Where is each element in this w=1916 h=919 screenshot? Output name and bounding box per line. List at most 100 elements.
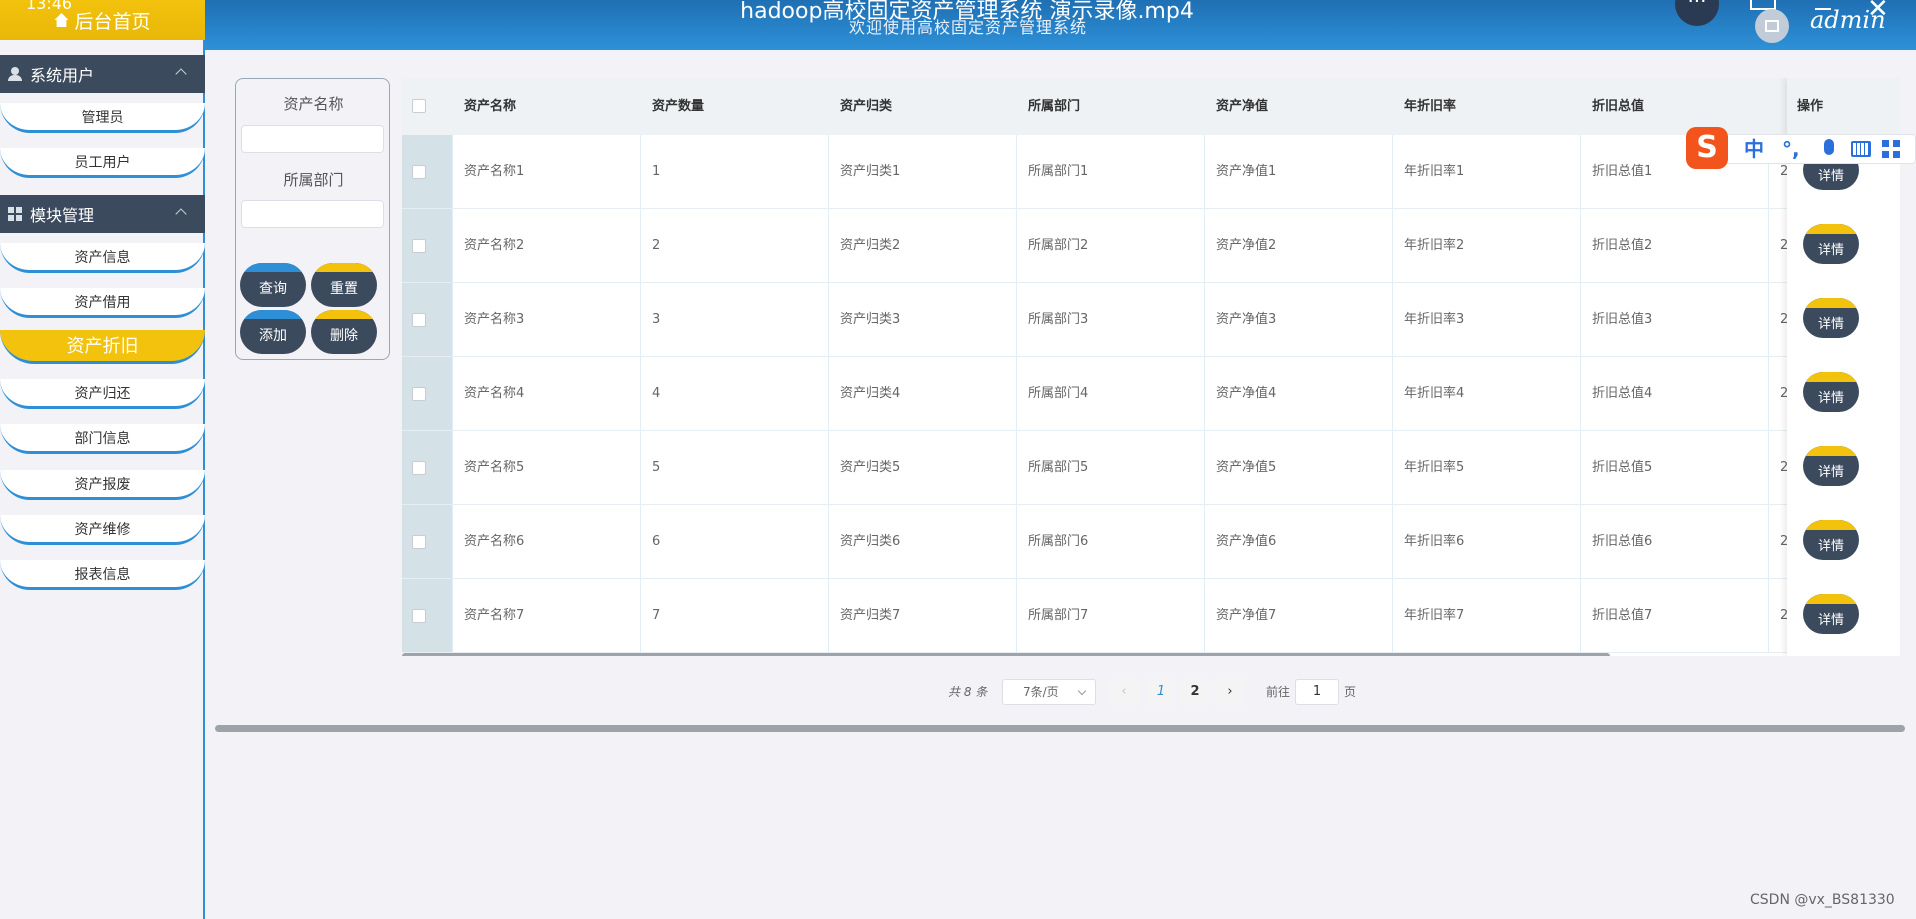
detail-label: 详情 <box>1817 612 1844 628</box>
cell-department: 所属部门5 <box>1028 460 1089 475</box>
table-row[interactable]: 资产名称6 6 资产归类6 所属部门6 资产净值6 年折旧率6 折旧总值6 2 <box>402 505 1900 579</box>
detail-label: 详情 <box>1817 538 1844 554</box>
detail-button[interactable]: 详情 <box>1803 298 1859 338</box>
pagination-total: 共 8 条 <box>948 685 988 699</box>
sidebar-item-asset-info[interactable]: 资产信息 <box>0 243 205 273</box>
select-all-checkbox[interactable] <box>412 99 426 113</box>
keyboard-icon[interactable] <box>1851 141 1871 157</box>
close-icon[interactable]: ✕ <box>1867 0 1889 24</box>
image-icon <box>1765 20 1779 32</box>
more-button[interactable]: ··· <box>1675 0 1719 26</box>
sidebar-item-asset-return[interactable]: 资产归还 <box>0 379 205 409</box>
detail-button[interactable]: 详情 <box>1803 372 1859 412</box>
apps-grid-icon[interactable] <box>1882 140 1900 158</box>
goto-unit: 页 <box>1344 685 1357 699</box>
avatar[interactable] <box>1755 9 1789 43</box>
cell-asset-category: 资产归类3 <box>840 312 901 327</box>
table-row[interactable]: 资产名称3 3 资产归类3 所属部门3 资产净值3 年折旧率3 折旧总值3 2 <box>402 283 1900 357</box>
col-annual-rate[interactable]: 年折旧率 <box>1394 78 1456 135</box>
row-checkbox[interactable] <box>412 239 426 253</box>
page-1-button[interactable]: 1 <box>1147 679 1175 705</box>
cell-department: 所属部门4 <box>1028 386 1089 401</box>
goto-page-input[interactable]: 1 <box>1295 679 1339 705</box>
row-checkbox[interactable] <box>412 535 426 549</box>
department-input[interactable] <box>241 200 384 228</box>
detail-button[interactable]: 详情 <box>1803 446 1859 486</box>
add-button[interactable]: 添加 <box>240 310 306 354</box>
cell-asset-name: 资产名称2 <box>464 238 525 253</box>
page-2-button[interactable]: 2 <box>1181 679 1209 705</box>
ime-language-toggle[interactable]: 中 <box>1744 139 1764 159</box>
cell-total-depreciation: 折旧总值6 <box>1592 534 1653 549</box>
col-asset-category[interactable]: 资产归类 <box>830 78 892 135</box>
asset-name-label: 资产名称 <box>283 95 344 113</box>
cell-department: 所属部门1 <box>1028 164 1089 179</box>
row-checkbox[interactable] <box>412 165 426 179</box>
minimize-icon[interactable] <box>1815 8 1831 10</box>
table-row[interactable]: 资产名称7 7 资产归类7 所属部门7 资产净值7 年折旧率7 折旧总值7 2 <box>402 579 1900 653</box>
query-button[interactable]: 查询 <box>240 263 306 307</box>
col-asset-quantity[interactable]: 资产数量 <box>642 78 704 135</box>
goto-label: 前往 <box>1266 685 1291 699</box>
next-page-button[interactable]: › <box>1216 679 1244 705</box>
table-horizontal-scrollbar[interactable] <box>402 653 1610 656</box>
cell-clipped: 2 <box>1780 460 1789 475</box>
prev-page-button[interactable]: ‹ <box>1110 679 1138 705</box>
cell-clipped: 2 <box>1780 386 1789 401</box>
sidebar-item-asset-repair[interactable]: 资产维修 <box>0 515 205 545</box>
detail-button[interactable]: 详情 <box>1803 520 1859 560</box>
row-checkbox[interactable] <box>412 313 426 327</box>
detail-label: 详情 <box>1817 390 1844 406</box>
page-size-select[interactable]: 7条/页 <box>1002 679 1096 705</box>
sidebar-item-asset-borrow[interactable]: 资产借用 <box>0 288 205 318</box>
status-time: 13:46 <box>26 0 73 13</box>
col-net-value[interactable]: 资产净值 <box>1206 78 1268 135</box>
cell-asset-category: 资产归类6 <box>840 534 901 549</box>
cell-annual-rate: 年折旧率2 <box>1404 238 1465 253</box>
detail-button[interactable]: 详情 <box>1803 224 1859 264</box>
microphone-icon[interactable] <box>1824 139 1834 155</box>
table-row[interactable]: 资产名称2 2 资产归类2 所属部门2 资产净值2 年折旧率2 折旧总值2 2 <box>402 209 1900 283</box>
cell-net-value: 资产净值1 <box>1216 164 1277 179</box>
cell-total-depreciation: 折旧总值2 <box>1592 238 1653 253</box>
sidebar-item-staff[interactable]: 员工用户 <box>0 148 205 178</box>
cell-annual-rate: 年折旧率4 <box>1404 386 1465 401</box>
cell-asset-quantity: 5 <box>652 460 661 475</box>
row-checkbox[interactable] <box>412 609 426 623</box>
sogou-logo-icon[interactable]: S <box>1686 127 1728 169</box>
sidebar-item-asset-scrap[interactable]: 资产报废 <box>0 470 205 500</box>
sidebar-item-department[interactable]: 部门信息 <box>0 424 205 454</box>
grid-icon <box>8 207 22 221</box>
reset-button[interactable]: 重置 <box>311 263 377 307</box>
table-row[interactable]: 资产名称5 5 资产归类5 所属部门5 资产净值5 年折旧率5 折旧总值5 2 <box>402 431 1900 505</box>
sidebar-item-asset-depreciation[interactable]: 资产折旧 <box>0 330 205 364</box>
ime-punctuation-toggle[interactable]: °, <box>1782 139 1800 159</box>
delete-button[interactable]: 删除 <box>311 310 377 354</box>
sidebar-item-report[interactable]: 报表信息 <box>0 560 205 590</box>
detail-button[interactable]: 详情 <box>1803 594 1859 634</box>
row-checkbox[interactable] <box>412 461 426 475</box>
row-checkbox[interactable] <box>412 387 426 401</box>
col-department[interactable]: 所属部门 <box>1018 78 1080 135</box>
col-asset-name[interactable]: 资产名称 <box>454 78 516 135</box>
col-total-depreciation[interactable]: 折旧总值 <box>1582 78 1644 135</box>
cell-asset-category: 资产归类5 <box>840 460 901 475</box>
cell-asset-quantity: 3 <box>652 312 661 327</box>
cell-asset-quantity: 6 <box>652 534 661 549</box>
asset-name-input[interactable] <box>241 125 384 153</box>
section-system-users[interactable]: 系统用户 <box>0 55 205 93</box>
cell-asset-quantity: 2 <box>652 238 661 253</box>
asset-table: 资产名称 资产数量 资产归类 所属部门 资产净值 年折旧率 折旧总值 资产名称1… <box>402 78 1900 656</box>
cell-asset-category: 资产归类1 <box>840 164 901 179</box>
page-horizontal-scrollbar[interactable] <box>215 725 1905 732</box>
section-module-management[interactable]: 模块管理 <box>0 195 205 233</box>
sidebar: 后台首页 13:46 系统用户 管理员 员工用户 模块管理 资产信息 资产借用 … <box>0 0 205 919</box>
table-row[interactable]: 资产名称4 4 资产归类4 所属部门4 资产净值4 年折旧率4 折旧总值4 2 <box>402 357 1900 431</box>
sidebar-item-admin[interactable]: 管理员 <box>0 103 205 133</box>
cell-annual-rate: 年折旧率1 <box>1404 164 1465 179</box>
cell-clipped: 2 <box>1780 238 1789 253</box>
cell-total-depreciation: 折旧总值5 <box>1592 460 1653 475</box>
table-row[interactable]: 资产名称1 1 资产归类1 所属部门1 资产净值1 年折旧率1 折旧总值1 2 <box>402 135 1900 209</box>
cell-annual-rate: 年折旧率7 <box>1404 608 1465 623</box>
cell-net-value: 资产净值5 <box>1216 460 1277 475</box>
